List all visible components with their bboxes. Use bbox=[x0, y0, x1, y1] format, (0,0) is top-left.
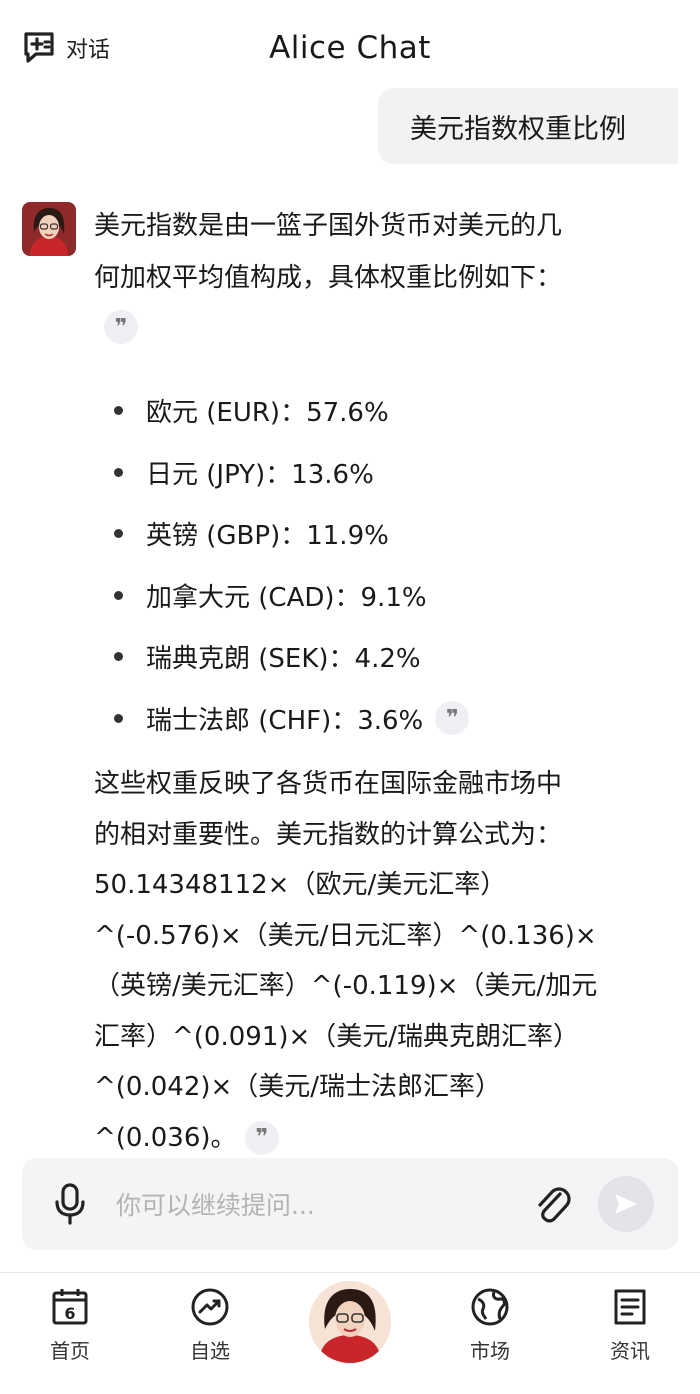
tab-label: 市场 bbox=[470, 1339, 510, 1363]
user-message-text: 美元指数权重比例 bbox=[410, 113, 626, 145]
formula-line: 这些权重反映了各货币在国际金融市场中 bbox=[94, 769, 563, 799]
quote-icon[interactable]: ❞ bbox=[104, 310, 138, 344]
answer-intro-line-2: 何加权平均值构成，具体权重比例如下： bbox=[94, 263, 563, 293]
bottom-tab-bar: 6 首页 自选 市场 资讯 bbox=[0, 1272, 700, 1394]
formula-line: ^(0.042)×（美元/瑞士法郎汇率） bbox=[94, 1072, 502, 1102]
list-item: 欧元 (EUR)：57.6% bbox=[94, 380, 654, 442]
message-input-bar: 你可以继续提问... bbox=[22, 1158, 678, 1250]
assistant-message: 美元指数是由一篮子国外货币对美元的几 何加权平均值构成，具体权重比例如下： ❞ … bbox=[94, 200, 654, 1163]
tab-market[interactable]: 市场 bbox=[440, 1285, 540, 1364]
weights-list: 欧元 (EUR)：57.6% 日元 (JPY)：13.6% 英镑 (GBP)：1… bbox=[94, 380, 654, 749]
tab-label: 资讯 bbox=[610, 1339, 650, 1363]
user-message-bubble: 美元指数权重比例 bbox=[378, 88, 678, 164]
header: 对话 Alice Chat bbox=[0, 0, 700, 100]
formula-line: ^(0.036)。 ❞ bbox=[94, 1113, 654, 1164]
question-input[interactable]: 你可以继续提问... bbox=[116, 1186, 315, 1222]
news-icon bbox=[614, 1289, 646, 1325]
tab-news[interactable]: 资讯 bbox=[580, 1285, 680, 1364]
formula-line: ^(-0.576)×（美元/日元汇率）^(0.136)× bbox=[94, 920, 597, 951]
microphone-button[interactable] bbox=[50, 1182, 90, 1230]
list-item: 瑞士法郎 (CHF)：3.6% ❞ bbox=[94, 688, 654, 750]
attach-button[interactable] bbox=[532, 1182, 572, 1230]
assistant-avatar bbox=[22, 202, 76, 256]
formula-line: 50.14348112×（欧元/美元汇率） bbox=[94, 870, 507, 900]
answer-intro-line-1: 美元指数是由一篮子国外货币对美元的几 bbox=[94, 211, 563, 241]
calendar-icon: 6 bbox=[52, 1289, 88, 1325]
list-item: 瑞典克朗 (SEK)：4.2% bbox=[94, 626, 654, 688]
quote-icon[interactable]: ❞ bbox=[435, 701, 470, 736]
tab-watchlist[interactable]: 自选 bbox=[160, 1285, 260, 1364]
tab-label: 自选 bbox=[190, 1339, 230, 1363]
quote-icon[interactable]: ❞ bbox=[244, 1121, 279, 1155]
trend-icon bbox=[191, 1288, 229, 1326]
formula-line: （英镑/美元汇率）^(-0.119)×（美元/加元 bbox=[94, 971, 598, 1001]
list-item: 英镑 (GBP)：11.9% bbox=[94, 503, 654, 565]
assistant-avatar-tab[interactable] bbox=[309, 1281, 391, 1363]
microphone-icon bbox=[55, 1183, 85, 1225]
formula-paragraph: 这些权重反映了各货币在国际金融市场中 的相对重要性。美元指数的计算公式为： 50… bbox=[94, 759, 654, 1163]
formula-line: 的相对重要性。美元指数的计算公式为： bbox=[94, 819, 563, 850]
list-item: 日元 (JPY)：13.6% bbox=[94, 442, 654, 504]
tab-label: 首页 bbox=[50, 1339, 90, 1363]
list-item: 加拿大元 (CAD)：9.1% bbox=[94, 565, 654, 627]
globe-icon bbox=[471, 1288, 509, 1326]
formula-line: 汇率）^(0.091)×（美元/瑞典克朗汇率） bbox=[94, 1021, 580, 1052]
send-button[interactable] bbox=[598, 1176, 654, 1232]
svg-text:6: 6 bbox=[64, 1304, 75, 1323]
paperclip-icon bbox=[538, 1187, 571, 1223]
tab-home[interactable]: 6 首页 bbox=[20, 1285, 120, 1364]
avatar bbox=[309, 1281, 391, 1363]
page-title: Alice Chat bbox=[269, 30, 431, 66]
send-icon bbox=[615, 1194, 637, 1214]
